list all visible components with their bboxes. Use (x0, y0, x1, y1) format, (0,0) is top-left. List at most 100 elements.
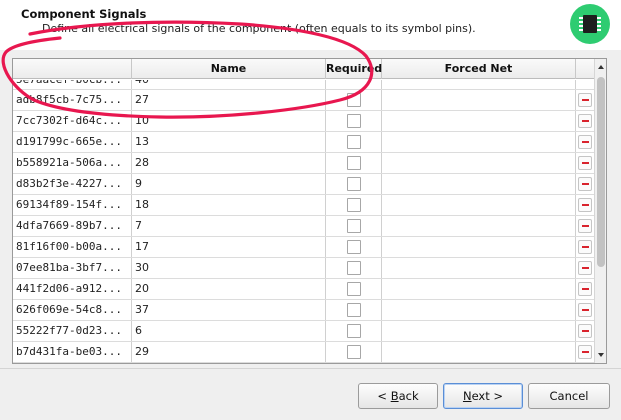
signal-name[interactable]: 17 (132, 237, 326, 257)
required-checkbox[interactable] (347, 93, 361, 107)
signal-uuid: d83b2f3e-4227... (13, 174, 132, 194)
minus-icon[interactable] (578, 303, 592, 317)
minus-icon[interactable] (578, 135, 592, 149)
table-row[interactable]: adb8f5cb-7c75... 27 (13, 90, 594, 111)
signals-table[interactable]: Name Required Forced Net 5e7aacef-b0cb..… (12, 58, 607, 364)
required-checkbox[interactable] (347, 177, 361, 191)
forced-net-cell[interactable] (382, 216, 576, 236)
forced-net-cell[interactable] (382, 237, 576, 257)
signal-uuid: 626f069e-54c8... (13, 300, 132, 320)
signal-name[interactable]: 29 (132, 342, 326, 362)
forced-net-cell[interactable] (382, 174, 576, 194)
scroll-up-icon[interactable] (595, 61, 606, 73)
table-row[interactable]: 626f069e-54c8... 37 (13, 300, 594, 321)
forced-net-cell[interactable] (382, 111, 576, 131)
minus-icon[interactable] (578, 93, 592, 107)
signal-name[interactable]: 9 (132, 174, 326, 194)
minus-icon[interactable] (578, 282, 592, 296)
required-cell (326, 111, 382, 131)
required-checkbox[interactable] (347, 303, 361, 317)
column-header-name[interactable]: Name (132, 59, 326, 79)
minus-icon[interactable] (578, 324, 592, 338)
signal-name[interactable]: 7 (132, 216, 326, 236)
signal-name[interactable]: 40 (132, 80, 326, 89)
required-checkbox[interactable] (347, 114, 361, 128)
action-cell (576, 342, 594, 362)
add-signal-row[interactable]: Add new signal: (13, 363, 594, 364)
next-button[interactable]: Next > (443, 383, 523, 409)
signal-uuid: 441f2d06-a912... (13, 279, 132, 299)
required-cell (326, 279, 382, 299)
page-title: Component Signals (21, 7, 147, 21)
minus-icon[interactable] (578, 261, 592, 275)
forced-net-cell[interactable] (382, 132, 576, 152)
back-button[interactable]: < Back (358, 383, 438, 409)
table-row[interactable]: 7cc7302f-d64c... 10 (13, 111, 594, 132)
minus-icon[interactable] (578, 177, 592, 191)
forced-net-cell[interactable] (382, 300, 576, 320)
vertical-scrollbar[interactable] (594, 59, 606, 363)
forced-net-cell[interactable] (382, 195, 576, 215)
forced-net-cell[interactable] (382, 153, 576, 173)
table-row[interactable]: 69134f89-154f... 18 (13, 195, 594, 216)
wizard-footer: < Back Next > Cancel (0, 368, 621, 420)
required-checkbox[interactable] (347, 219, 361, 233)
signal-name[interactable]: 28 (132, 153, 326, 173)
scroll-down-icon[interactable] (595, 349, 606, 361)
wizard-header: Component Signals Define all electrical … (0, 0, 621, 50)
next-rest: ext > (471, 389, 504, 403)
minus-icon[interactable] (578, 198, 592, 212)
new-signal-forced-net-input[interactable] (382, 363, 576, 364)
signal-name[interactable]: 6 (132, 321, 326, 341)
signal-name[interactable]: 27 (132, 90, 326, 110)
action-cell (576, 195, 594, 215)
minus-icon[interactable] (578, 345, 592, 359)
required-checkbox[interactable] (347, 198, 361, 212)
table-row[interactable]: 441f2d06-a912... 20 (13, 279, 594, 300)
table-row[interactable]: 81f16f00-b00a... 17 (13, 237, 594, 258)
table-row[interactable]: d191799c-665e... 13 (13, 132, 594, 153)
table-row[interactable]: 5e7aacef-b0cb... 40 (13, 80, 594, 90)
required-checkbox[interactable] (347, 240, 361, 254)
required-checkbox[interactable] (347, 261, 361, 275)
table-row[interactable]: 55222f77-0d23... 6 (13, 321, 594, 342)
table-row[interactable]: d83b2f3e-4227... 9 (13, 174, 594, 195)
table-row[interactable]: b558921a-506a... 28 (13, 153, 594, 174)
minus-icon[interactable] (578, 156, 592, 170)
new-signal-name-input[interactable] (132, 363, 326, 364)
column-header-required[interactable]: Required (326, 59, 382, 79)
required-checkbox[interactable] (347, 156, 361, 170)
signal-name[interactable]: 18 (132, 195, 326, 215)
table-row[interactable]: b7d431fa-be03... 29 (13, 342, 594, 363)
forced-net-cell[interactable] (382, 279, 576, 299)
action-cell (576, 216, 594, 236)
next-mnemonic: N (462, 389, 472, 403)
forced-net-cell[interactable] (382, 258, 576, 278)
required-cell (326, 132, 382, 152)
action-cell (576, 153, 594, 173)
minus-icon[interactable] (578, 240, 592, 254)
scrollbar-thumb[interactable] (597, 77, 605, 267)
forced-net-cell[interactable] (382, 342, 576, 362)
signal-name[interactable]: 20 (132, 279, 326, 299)
required-checkbox[interactable] (347, 324, 361, 338)
table-row[interactable]: 07ee81ba-3bf7... 30 (13, 258, 594, 279)
signal-name[interactable]: 10 (132, 111, 326, 131)
minus-icon[interactable] (578, 114, 592, 128)
forced-net-cell[interactable] (382, 80, 576, 89)
column-header-forced-net[interactable]: Forced Net (382, 59, 576, 79)
signal-name[interactable]: 30 (132, 258, 326, 278)
required-checkbox[interactable] (347, 282, 361, 296)
required-checkbox[interactable] (347, 345, 361, 359)
required-cell (326, 153, 382, 173)
forced-net-cell[interactable] (382, 321, 576, 341)
signal-name[interactable]: 37 (132, 300, 326, 320)
signal-name[interactable]: 13 (132, 132, 326, 152)
minus-icon[interactable] (578, 219, 592, 233)
column-header-uuid[interactable] (13, 59, 132, 79)
forced-net-cell[interactable] (382, 90, 576, 110)
table-row[interactable]: 4dfa7669-89b7... 7 (13, 216, 594, 237)
cancel-button[interactable]: Cancel (528, 383, 610, 409)
action-cell (576, 279, 594, 299)
required-checkbox[interactable] (347, 135, 361, 149)
